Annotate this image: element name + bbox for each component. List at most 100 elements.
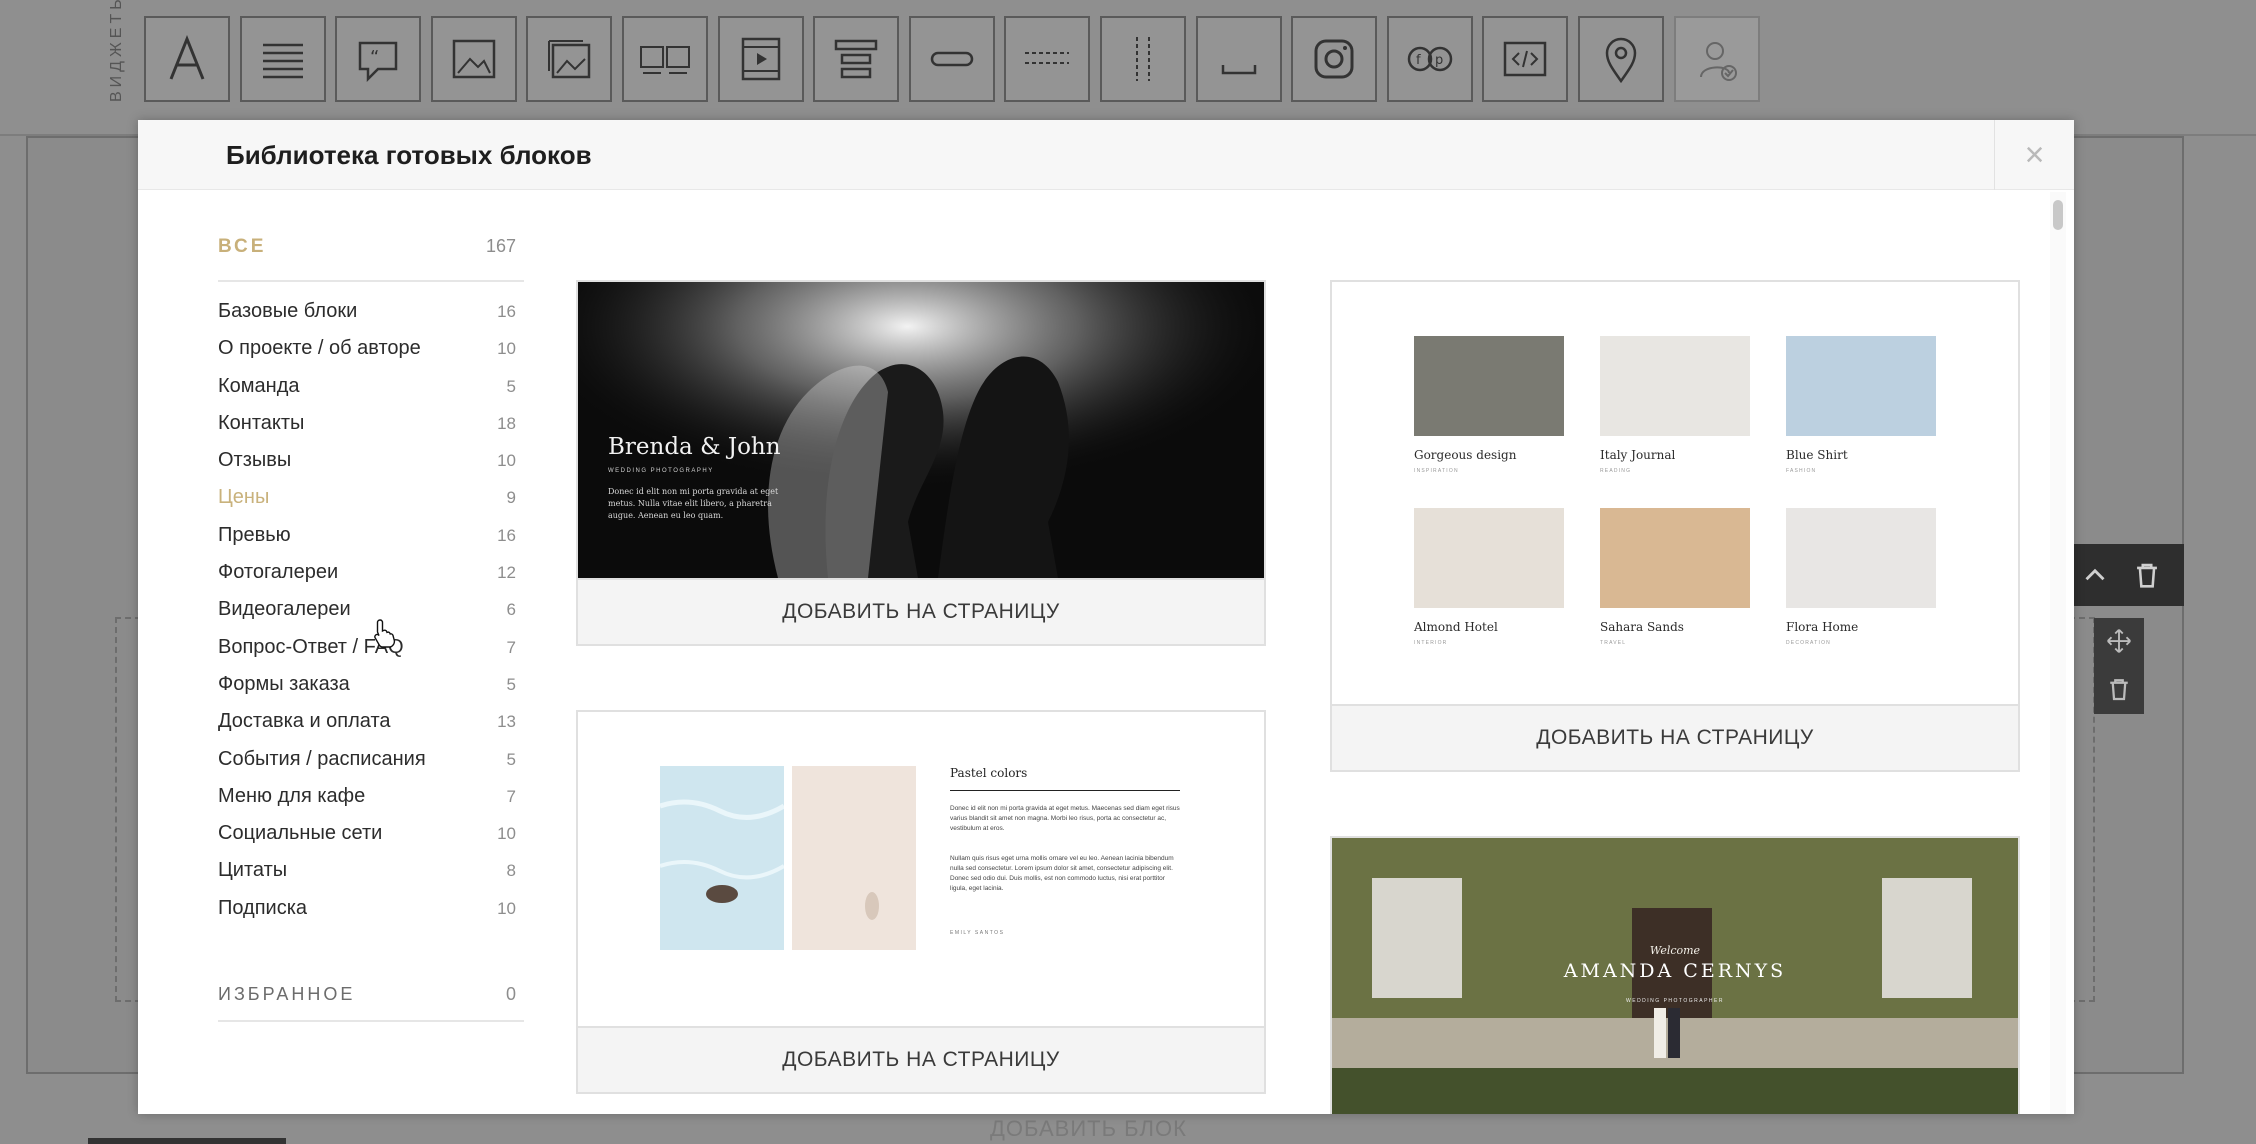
block-preview: Pastel colors Donec id elit non mi porta… xyxy=(578,712,1264,1008)
widget-divider-dashed[interactable] xyxy=(1004,16,1091,102)
trash-icon[interactable] xyxy=(2104,674,2134,704)
block-card-pastel-colors[interactable]: Pastel colors Donec id elit non mi porta… xyxy=(576,710,1266,1094)
grid-item: Italy Journal READING xyxy=(1600,336,1750,474)
category-label: Меню для кафе xyxy=(218,784,366,807)
grid-item: Almond Hotel INTERIOR xyxy=(1414,508,1564,646)
add-to-page-button[interactable]: ДОБАВИТЬ НА СТРАНИЦУ xyxy=(578,1026,1264,1092)
category-item[interactable]: Цены 9 xyxy=(218,482,524,519)
category-item[interactable]: Видеогалереи 6 xyxy=(218,594,524,631)
category-label: Превью xyxy=(218,523,291,546)
blocks-library-modal: Библиотека готовых блоков × ВСЕ 167 Базо… xyxy=(138,120,2074,1114)
widget-image-row[interactable] xyxy=(622,16,708,102)
svg-text:“: “ xyxy=(370,47,379,68)
widget-spacer[interactable] xyxy=(1195,16,1282,102)
category-label: Базовые блоки xyxy=(218,300,358,322)
text-a-icon xyxy=(169,34,205,80)
category-item[interactable]: Цитаты 8 xyxy=(218,855,524,892)
add-block-button[interactable]: ДОБАВИТЬ БЛОК xyxy=(990,1116,1187,1142)
add-to-page-button[interactable]: ДОБАВИТЬ НА СТРАНИЦУ xyxy=(1332,704,2018,770)
category-count: 16 xyxy=(497,525,516,545)
preview-subtitle: WEDDING PHOTOGRAPHY xyxy=(608,468,714,474)
grid-item-image xyxy=(1600,336,1750,436)
category-all[interactable]: ВСЕ 167 xyxy=(218,230,524,282)
favorites-label: ИЗБРАННОЕ xyxy=(218,984,356,1005)
paragraph-icon xyxy=(262,43,303,79)
instagram-icon xyxy=(1314,39,1354,79)
widget-button[interactable] xyxy=(908,16,995,102)
block-preview: Brenda & John WEDDING PHOTOGRAPHY Donec … xyxy=(578,282,1264,578)
modal-header: Библиотека готовых блоков × xyxy=(138,120,2074,190)
preview-body: Donec id elit non mi porta gravida at eg… xyxy=(608,487,779,520)
category-count: 7 xyxy=(506,786,516,806)
grid-item-image xyxy=(1414,508,1564,608)
category-item[interactable]: Фотогалереи 12 xyxy=(218,557,524,594)
category-item[interactable]: Формы заказа 5 xyxy=(218,669,524,706)
widget-layout-blocks[interactable] xyxy=(813,16,900,102)
category-count: 9 xyxy=(506,488,516,508)
category-item[interactable]: Вопрос-Ответ / FAQ 7 xyxy=(218,632,524,669)
widget-image[interactable] xyxy=(430,16,517,102)
social-icon: fp xyxy=(1407,46,1453,72)
category-count: 10 xyxy=(497,451,516,471)
grid-item-title: Almond Hotel xyxy=(1414,620,1498,634)
category-favorites[interactable]: ИЗБРАННОЕ 0 xyxy=(218,984,524,1023)
category-count: 16 xyxy=(497,302,516,321)
widget-text-a[interactable] xyxy=(144,16,230,102)
category-item[interactable]: Команда 5 xyxy=(218,371,524,408)
category-item[interactable]: Социальные сети 10 xyxy=(218,818,524,855)
widget-user-check[interactable] xyxy=(1673,16,1760,102)
category-item[interactable]: Превью 16 xyxy=(218,520,524,557)
add-to-page-button[interactable]: ДОБАВИТЬ НА СТРАНИЦУ xyxy=(578,578,1264,644)
grid-item: Blue Shirt FASHION xyxy=(1786,336,1936,474)
preview-text: Nullam quis risus eget urna mollis ornar… xyxy=(950,855,1174,892)
grid-item: Gorgeous design INSPIRATION xyxy=(1414,336,1564,474)
pool-photo-image xyxy=(660,766,784,950)
widget-paragraph[interactable] xyxy=(239,16,326,102)
category-item[interactable]: О проекте / об авторе 10 xyxy=(218,333,524,370)
widget-quote[interactable]: “ xyxy=(335,16,422,102)
vertical-divider-icon xyxy=(1136,37,1150,81)
category-item[interactable]: Подписка 10 xyxy=(218,893,524,930)
category-item[interactable]: Доставка и оплата 13 xyxy=(218,706,524,743)
block-card-amanda-cernys[interactable]: Welcome AMANDA CERNYS WEDDING PHOTOGRAPH… xyxy=(1330,836,2020,1114)
category-label: Видеогалереи xyxy=(218,598,351,621)
category-all-label: ВСЕ xyxy=(218,236,267,257)
widget-video[interactable] xyxy=(717,16,804,102)
chevron-up-icon[interactable] xyxy=(2078,558,2112,592)
preview-subtitle: WEDDING PHOTOGRAPHER xyxy=(1626,998,1724,1004)
widget-gallery[interactable] xyxy=(526,16,613,102)
modal-title: Библиотека готовых блоков xyxy=(226,140,592,170)
category-count: 12 xyxy=(497,563,516,583)
preview-author: EMILY SANTOS xyxy=(950,930,1005,936)
category-count: 5 xyxy=(506,674,516,694)
category-label: Отзывы xyxy=(218,449,292,472)
user-check-icon xyxy=(1699,42,1737,81)
scrollbar[interactable] xyxy=(2050,192,2066,1114)
move-icon[interactable] xyxy=(2104,626,2134,656)
grid-item-image xyxy=(1786,336,1936,436)
widget-social[interactable]: fp xyxy=(1386,16,1473,102)
category-item[interactable]: Контакты 18 xyxy=(218,408,524,445)
trash-icon[interactable] xyxy=(2130,558,2164,592)
category-count: 5 xyxy=(506,749,516,769)
category-item[interactable]: События / расписания 5 xyxy=(218,744,524,781)
widget-map-pin[interactable] xyxy=(1578,16,1664,102)
widget-instagram[interactable] xyxy=(1291,16,1378,102)
map-pin-icon xyxy=(1605,37,1637,84)
svg-text:f: f xyxy=(1416,53,1421,68)
category-item[interactable]: Отзывы 10 xyxy=(218,445,524,482)
close-button[interactable]: × xyxy=(1994,120,2074,190)
category-label: Команда xyxy=(218,374,300,397)
sand-photo-image xyxy=(792,766,916,950)
category-label: Цитаты xyxy=(218,859,288,882)
grid-item-title: Flora Home xyxy=(1786,620,1859,634)
widget-code[interactable] xyxy=(1482,16,1569,102)
widgets-label: ВИДЖЕТЫ xyxy=(108,0,125,102)
widget-vertical-divider[interactable] xyxy=(1100,16,1186,102)
block-card-brenda-john[interactable]: Brenda & John WEDDING PHOTOGRAPHY Donec … xyxy=(576,280,1266,646)
category-item[interactable]: Базовые блоки 16 xyxy=(218,296,524,333)
scroll-thumb[interactable] xyxy=(2053,200,2063,230)
block-card-grid[interactable]: Gorgeous design INSPIRATION Italy Journal R… xyxy=(1330,280,2020,772)
category-item[interactable]: Меню для кафе 7 xyxy=(218,781,524,818)
category-count: 8 xyxy=(506,861,516,881)
